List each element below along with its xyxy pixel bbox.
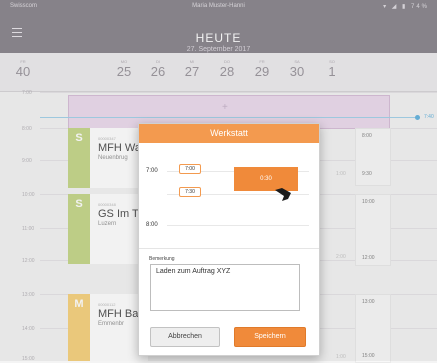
end-time-field[interactable]: 7:30 [179, 187, 201, 197]
start-time-field[interactable]: 7:00 [179, 164, 201, 174]
hand-cursor-icon [275, 188, 291, 201]
dialog-title: Werkstatt [139, 124, 319, 143]
divider [139, 248, 319, 249]
cancel-button[interactable]: Abbrechen [150, 327, 220, 347]
save-button[interactable]: Speichern [234, 327, 306, 347]
remark-label: Bemerkung [149, 256, 175, 262]
remark-textarea[interactable]: Laden zum Auftrag XYZ [150, 264, 300, 311]
time-label: 8:00 [146, 222, 158, 228]
workshop-dialog: Werkstatt 7:00 7:00 7:30 0:30 8:00 Bemer… [138, 123, 320, 356]
grid-line [167, 225, 309, 226]
time-label: 7:00 [146, 168, 158, 174]
